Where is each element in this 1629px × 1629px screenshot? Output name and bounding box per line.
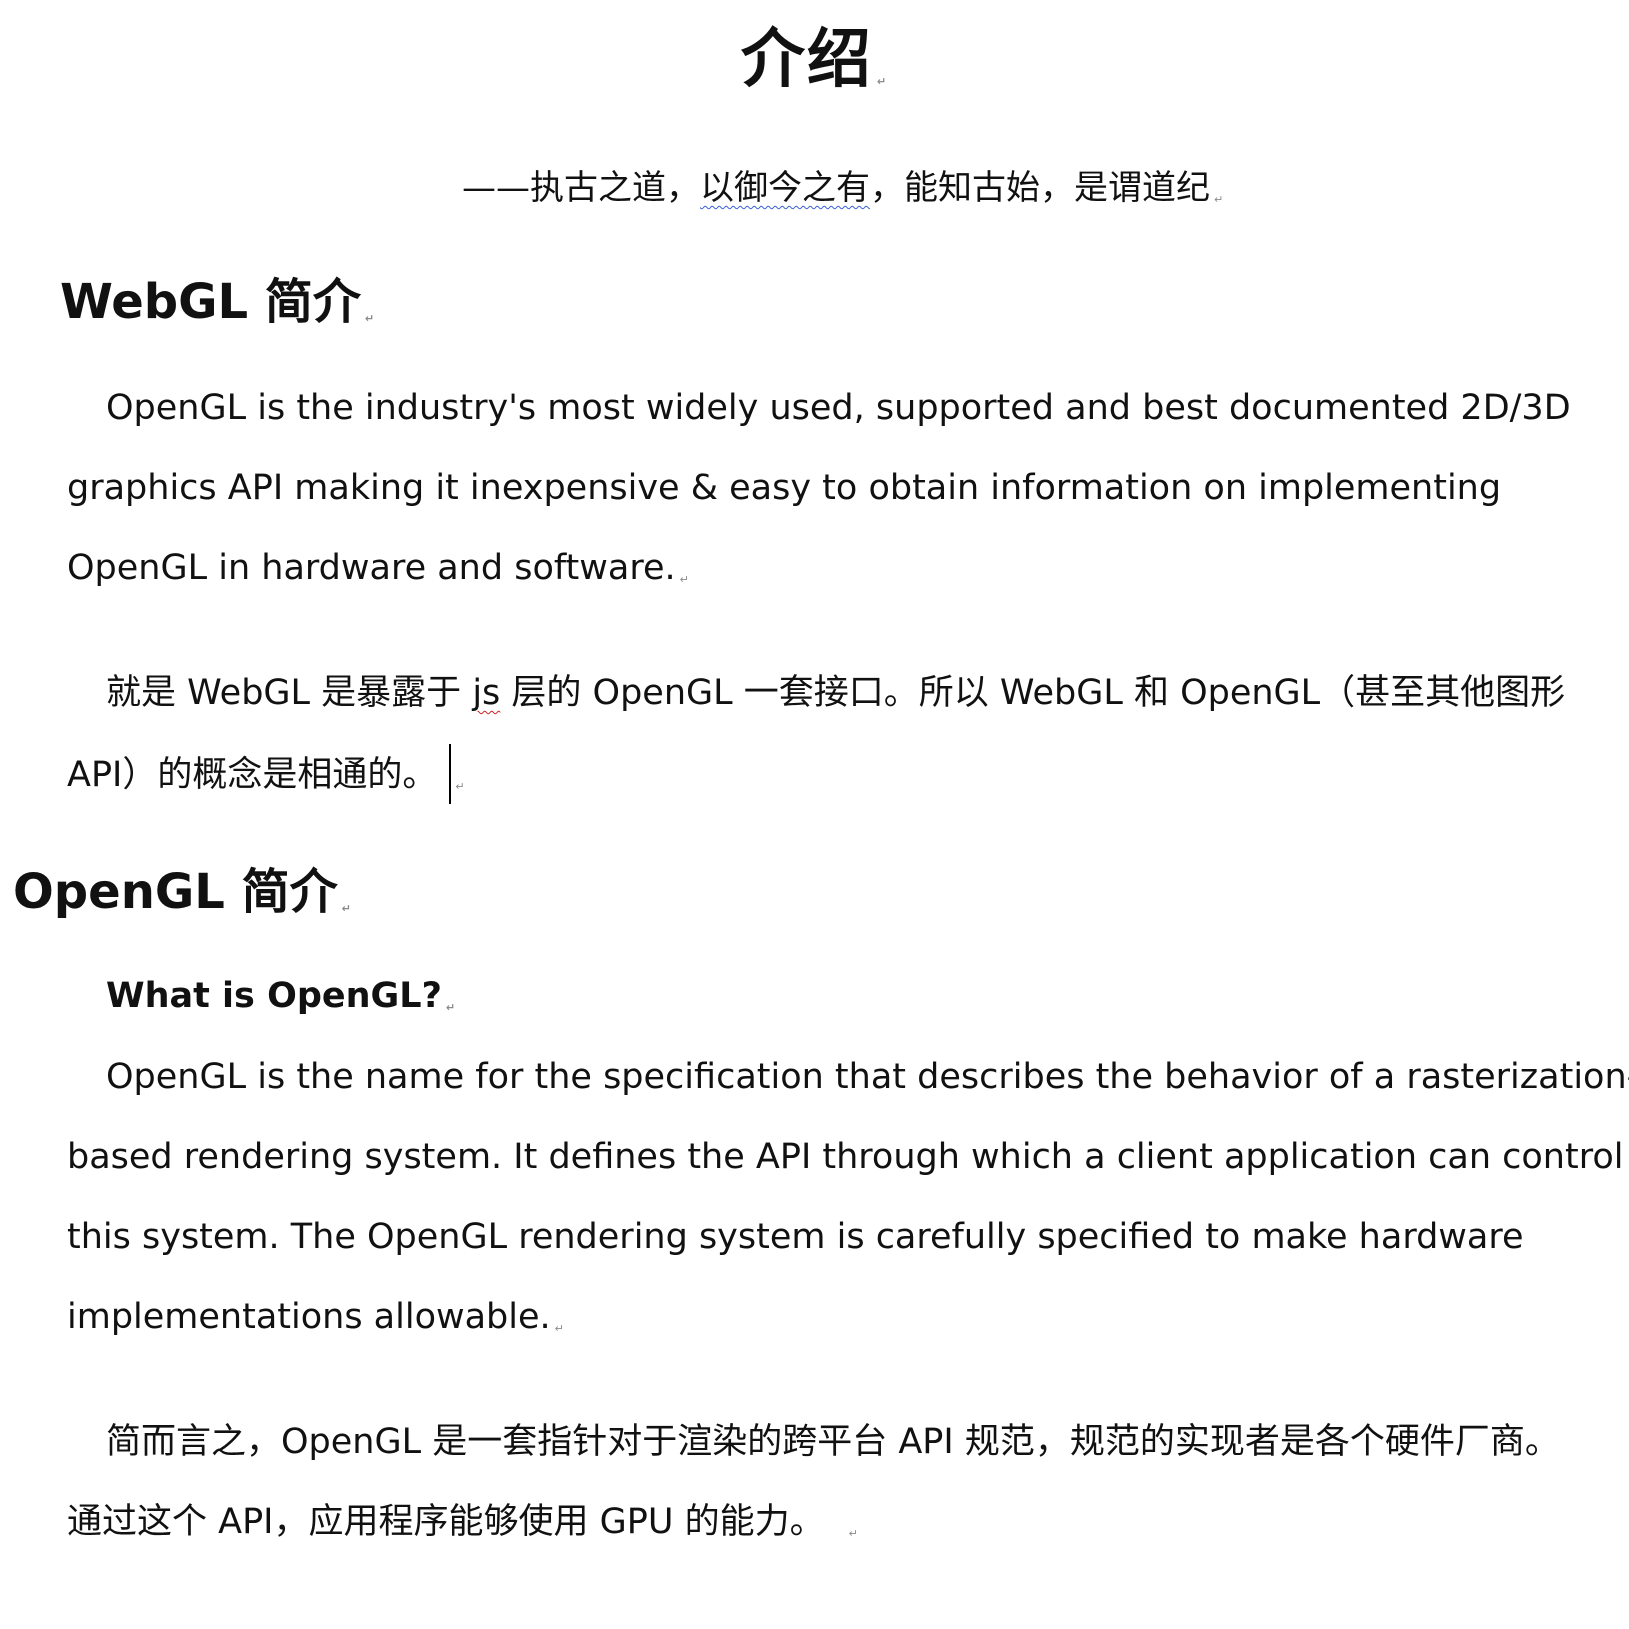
epigraph: ——执古之道，以御今之有，能知古始，是谓道纪 ↵ bbox=[462, 160, 1223, 209]
opengl-para2-line2-text: 通过这个 API，应用程序能够使用 GPU 的能力。 bbox=[67, 1502, 825, 1542]
paragraph-mark-icon: ↵ bbox=[848, 1527, 858, 1540]
webgl-para2-line2: API）的概念是相通的。 ↵ bbox=[67, 744, 465, 804]
opengl-para1-line4-text: implementations allowable. bbox=[67, 1297, 551, 1337]
text-cursor[interactable] bbox=[449, 744, 452, 804]
paragraph-mark-icon: ↵ bbox=[1214, 193, 1224, 206]
paragraph-mark-icon: ↵ bbox=[341, 902, 351, 915]
epigraph-flagged-text: 以御今之有 bbox=[700, 168, 870, 208]
webgl-para1-line3-text: OpenGL in hardware and software. bbox=[67, 548, 676, 588]
webgl-para2-flagged-text: js bbox=[472, 673, 501, 713]
webgl-para2-line2-text: API）的概念是相通的。 bbox=[67, 755, 438, 795]
opengl-heading: OpenGL 简介 ↵ bbox=[13, 852, 351, 922]
webgl-para2-line1-a: 就是 WebGL 是暴露于 bbox=[106, 673, 473, 713]
paragraph-mark-icon: ↵ bbox=[364, 312, 375, 325]
webgl-para2-line1: 就是 WebGL 是暴露于 js 层的 OpenGL 一套接口。所以 WebGL… bbox=[106, 664, 1565, 715]
webgl-heading: WebGL 简介 ↵ bbox=[60, 262, 374, 332]
page-title: 介绍 ↵ bbox=[0, 8, 1629, 100]
paragraph-mark-icon: ↵ bbox=[876, 75, 889, 88]
paragraph-mark-icon: ↵ bbox=[455, 780, 465, 793]
paragraph-mark-icon: ↵ bbox=[679, 573, 689, 586]
opengl-para2-line2: 通过这个 API，应用程序能够使用 GPU 的能力。 ↵ bbox=[67, 1493, 858, 1544]
paragraph-mark-icon: ↵ bbox=[554, 1322, 564, 1335]
opengl-para1-line2: based rendering system. It defines the A… bbox=[67, 1137, 1624, 1177]
opengl-subheading-text: What is OpenGL? bbox=[106, 976, 442, 1016]
epigraph-prefix: ——执古之道， bbox=[462, 168, 700, 208]
webgl-para1-line2: graphics API making it inexpensive & eas… bbox=[67, 468, 1502, 508]
webgl-para1-line3: OpenGL in hardware and software. ↵ bbox=[67, 548, 689, 588]
opengl-para1-line4: implementations allowable. ↵ bbox=[67, 1297, 564, 1337]
webgl-para1-line1: OpenGL is the industry's most widely use… bbox=[106, 388, 1571, 428]
opengl-subheading: What is OpenGL? ↵ bbox=[106, 976, 455, 1016]
opengl-heading-text: OpenGL 简介 bbox=[13, 864, 338, 920]
opengl-para1-line3: this system. The OpenGL rendering system… bbox=[67, 1217, 1524, 1257]
page-title-text: 介绍 bbox=[740, 23, 873, 97]
paragraph-mark-icon: ↵ bbox=[445, 1001, 456, 1014]
opengl-para1-line1: OpenGL is the name for the specification… bbox=[106, 1057, 1629, 1097]
webgl-para2-line1-b: 层的 OpenGL 一套接口。所以 WebGL 和 OpenGL（甚至其他图形 bbox=[500, 673, 1566, 713]
webgl-heading-text: WebGL 简介 bbox=[60, 274, 361, 330]
epigraph-suffix: ，能知古始，是谓道纪 bbox=[870, 168, 1210, 208]
opengl-para2-line1: 简而言之，OpenGL 是一套指针对于渲染的跨平台 API 规范，规范的实现者是… bbox=[106, 1422, 1560, 1462]
